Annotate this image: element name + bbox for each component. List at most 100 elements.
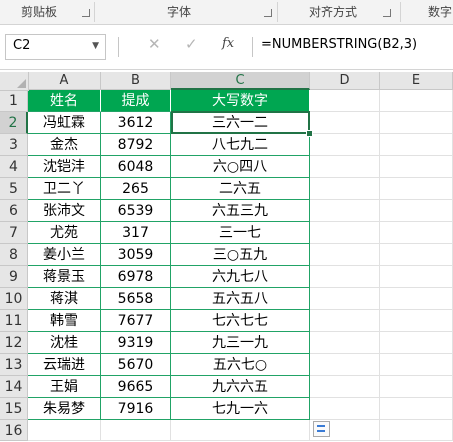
table-cell[interactable]: 云瑞进 [28,354,101,376]
table-cell[interactable]: 蒋淇 [28,288,101,310]
empty-cell[interactable] [310,90,380,112]
table-cell[interactable]: 7916 [101,398,171,420]
ribbon-group-alignment[interactable]: 对齐方式 [309,0,357,24]
table-cell[interactable]: 9665 [101,376,171,398]
empty-cell[interactable] [310,112,380,134]
table-cell[interactable]: 沈桂 [28,332,101,354]
empty-cell[interactable] [380,244,453,266]
empty-cell[interactable] [380,398,453,420]
table-cell[interactable]: 6048 [101,156,171,178]
empty-cell[interactable] [310,310,380,332]
table-cell[interactable]: 张沛文 [28,200,101,222]
row-header-1[interactable]: 1 [0,90,28,112]
table-cell[interactable]: 二六五 [171,178,310,200]
empty-cell[interactable] [380,420,453,441]
empty-cell[interactable] [380,156,453,178]
row-header-4[interactable]: 4 [0,156,28,178]
row-header-6[interactable]: 6 [0,200,28,222]
table-header-cell[interactable]: 姓名 [28,90,101,112]
empty-cell[interactable] [310,354,380,376]
table-cell[interactable]: 9319 [101,332,171,354]
table-cell[interactable]: 尤苑 [28,222,101,244]
table-cell[interactable]: 5670 [101,354,171,376]
row-header-9[interactable]: 9 [0,266,28,288]
table-cell[interactable]: 5658 [101,288,171,310]
fill-handle[interactable] [306,130,313,137]
alignment-launcher-icon[interactable] [383,9,391,17]
empty-cell[interactable] [310,156,380,178]
empty-cell[interactable] [310,288,380,310]
column-header-a[interactable]: A [28,72,101,90]
formula-input[interactable]: =NUMBERSTRING(B2,3) [261,37,417,52]
table-cell[interactable]: 三一七 [171,222,310,244]
empty-cell[interactable] [380,222,453,244]
font-launcher-icon[interactable] [264,9,272,17]
table-cell[interactable]: 王娟 [28,376,101,398]
enter-icon[interactable]: ✓ [185,35,198,53]
row-header-12[interactable]: 12 [0,332,28,354]
empty-cell[interactable] [310,134,380,156]
ribbon-group-clipboard[interactable]: 剪贴板 [21,0,57,24]
row-header-13[interactable]: 13 [0,354,28,376]
table-cell[interactable]: 265 [101,178,171,200]
ribbon-group-number[interactable]: 数字 [428,0,452,24]
table-header-cell[interactable]: 大写数字 [171,90,310,112]
empty-cell[interactable] [380,354,453,376]
name-box-value[interactable]: C2 [13,38,30,53]
empty-cell[interactable] [310,222,380,244]
clipboard-launcher-icon[interactable] [82,9,90,17]
empty-cell[interactable] [380,310,453,332]
table-cell[interactable]: 8792 [101,134,171,156]
row-header-15[interactable]: 15 [0,398,28,420]
table-cell[interactable]: 金杰 [28,134,101,156]
table-cell[interactable]: 317 [101,222,171,244]
table-cell[interactable]: 韩雪 [28,310,101,332]
table-cell[interactable]: 七九一六 [171,398,310,420]
row-header-11[interactable]: 11 [0,310,28,332]
table-cell[interactable]: 卫二丫 [28,178,101,200]
chevron-down-icon[interactable]: ▼ [92,41,99,51]
empty-cell[interactable] [380,200,453,222]
table-cell[interactable]: 八七九二 [171,134,310,156]
empty-cell[interactable] [380,90,453,112]
table-cell[interactable]: 七六七七 [171,310,310,332]
empty-cell[interactable] [380,134,453,156]
table-cell[interactable]: 六九七八 [171,266,310,288]
table-cell[interactable]: 六○四八 [171,156,310,178]
row-header-5[interactable]: 5 [0,178,28,200]
table-cell[interactable]: 朱易梦 [28,398,101,420]
empty-cell[interactable] [310,398,380,420]
empty-cell[interactable] [101,420,171,441]
table-cell[interactable]: 3612 [101,112,171,134]
column-header-d[interactable]: D [310,72,380,90]
empty-cell[interactable] [380,288,453,310]
table-cell[interactable]: 3059 [101,244,171,266]
empty-cell[interactable] [171,420,310,441]
table-cell[interactable]: 6978 [101,266,171,288]
column-header-b[interactable]: B [101,72,171,90]
row-header-16[interactable]: 16 [0,420,28,441]
empty-cell[interactable] [310,266,380,288]
table-cell[interactable]: 沈铠沣 [28,156,101,178]
ribbon-group-font[interactable]: 字体 [167,0,191,24]
table-header-cell[interactable]: 提成 [101,90,171,112]
empty-cell[interactable] [310,244,380,266]
empty-cell[interactable] [380,332,453,354]
table-cell[interactable]: 姜小兰 [28,244,101,266]
row-header-10[interactable]: 10 [0,288,28,310]
table-cell[interactable]: 蒋景玉 [28,266,101,288]
row-header-2[interactable]: 2 [0,112,28,134]
empty-cell[interactable] [380,376,453,398]
row-header-3[interactable]: 3 [0,134,28,156]
table-cell[interactable]: 6539 [101,200,171,222]
empty-cell[interactable] [28,420,101,441]
table-cell[interactable]: 九六六五 [171,376,310,398]
table-cell[interactable]: 三○五九 [171,244,310,266]
select-all-button[interactable] [0,72,29,91]
table-cell[interactable]: 冯虹霖 [28,112,101,134]
empty-cell[interactable] [380,112,453,134]
empty-cell[interactable] [380,266,453,288]
column-header-c[interactable]: C [171,72,310,90]
empty-cell[interactable] [310,332,380,354]
row-header-14[interactable]: 14 [0,376,28,398]
